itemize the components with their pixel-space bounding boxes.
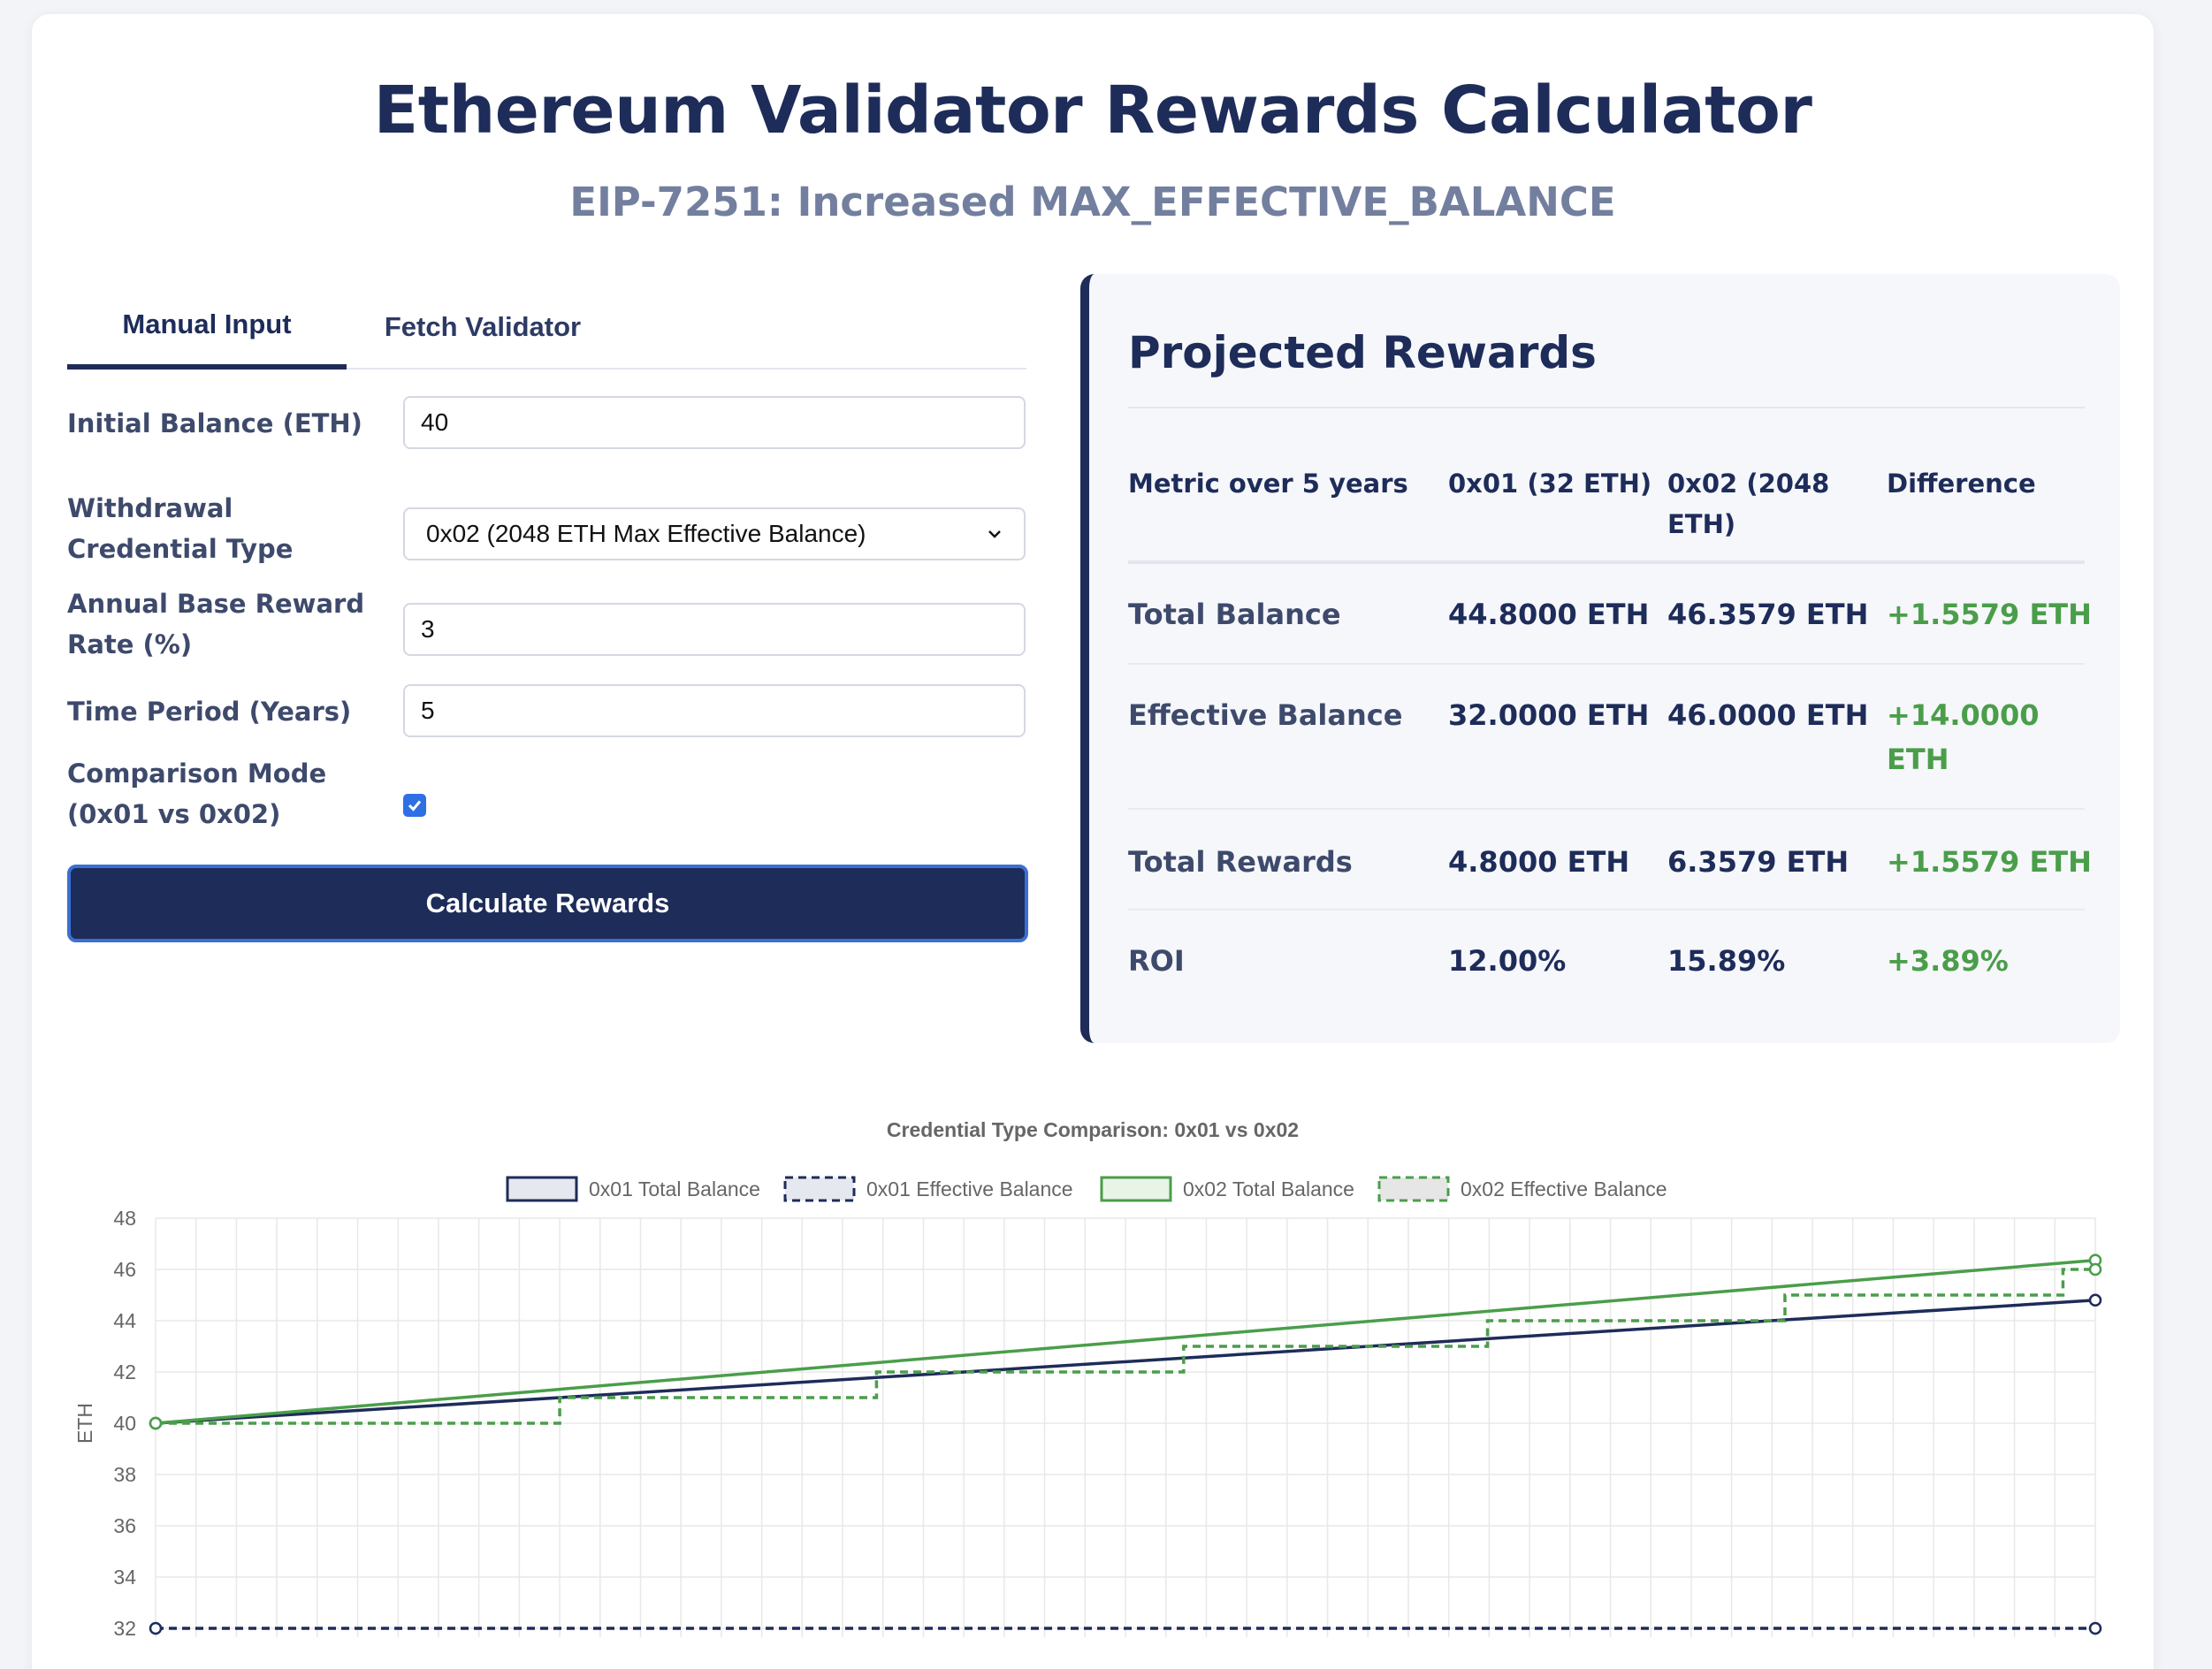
y-axis-label: ETH	[73, 1403, 96, 1444]
legend-swatch	[1100, 1176, 1172, 1202]
data-point	[2088, 1293, 2102, 1307]
legend-label: 0x01 Effective Balance	[866, 1177, 1073, 1200]
y-tick-label: 48	[113, 1207, 136, 1230]
data-point	[149, 1621, 163, 1635]
y-axis-ticks: 32 34 36 38 40 42 44 46 48	[113, 1207, 136, 1640]
y-tick-label: 46	[113, 1258, 136, 1281]
y-tick-label: 40	[113, 1412, 136, 1435]
legend-swatch	[506, 1176, 578, 1202]
legend-label: 0x01 Total Balance	[589, 1177, 760, 1200]
y-tick-label: 34	[113, 1566, 136, 1589]
y-tick-label: 38	[113, 1463, 136, 1486]
chart-grid	[155, 1217, 2096, 1637]
data-point	[2088, 1621, 2102, 1635]
data-point	[2088, 1262, 2102, 1277]
legend-swatch	[783, 1176, 856, 1202]
legend-swatch	[1377, 1176, 1450, 1202]
legend-label: 0x02 Effective Balance	[1461, 1177, 1667, 1200]
y-tick-label: 42	[113, 1360, 136, 1383]
y-tick-label: 44	[113, 1309, 136, 1332]
data-point	[149, 1416, 163, 1430]
chart-legend: 0x01 Total Balance 0x01 Effective Balance…	[506, 1176, 1667, 1202]
y-tick-label: 36	[113, 1514, 136, 1537]
legend-label: 0x02 Total Balance	[1183, 1177, 1354, 1200]
chart-title: Credential Type Comparison: 0x01 vs 0x02	[887, 1118, 1299, 1141]
credential-comparison-chart: Credential Type Comparison: 0x01 vs 0x02…	[73, 1118, 2102, 1640]
y-tick-label: 32	[113, 1617, 136, 1640]
